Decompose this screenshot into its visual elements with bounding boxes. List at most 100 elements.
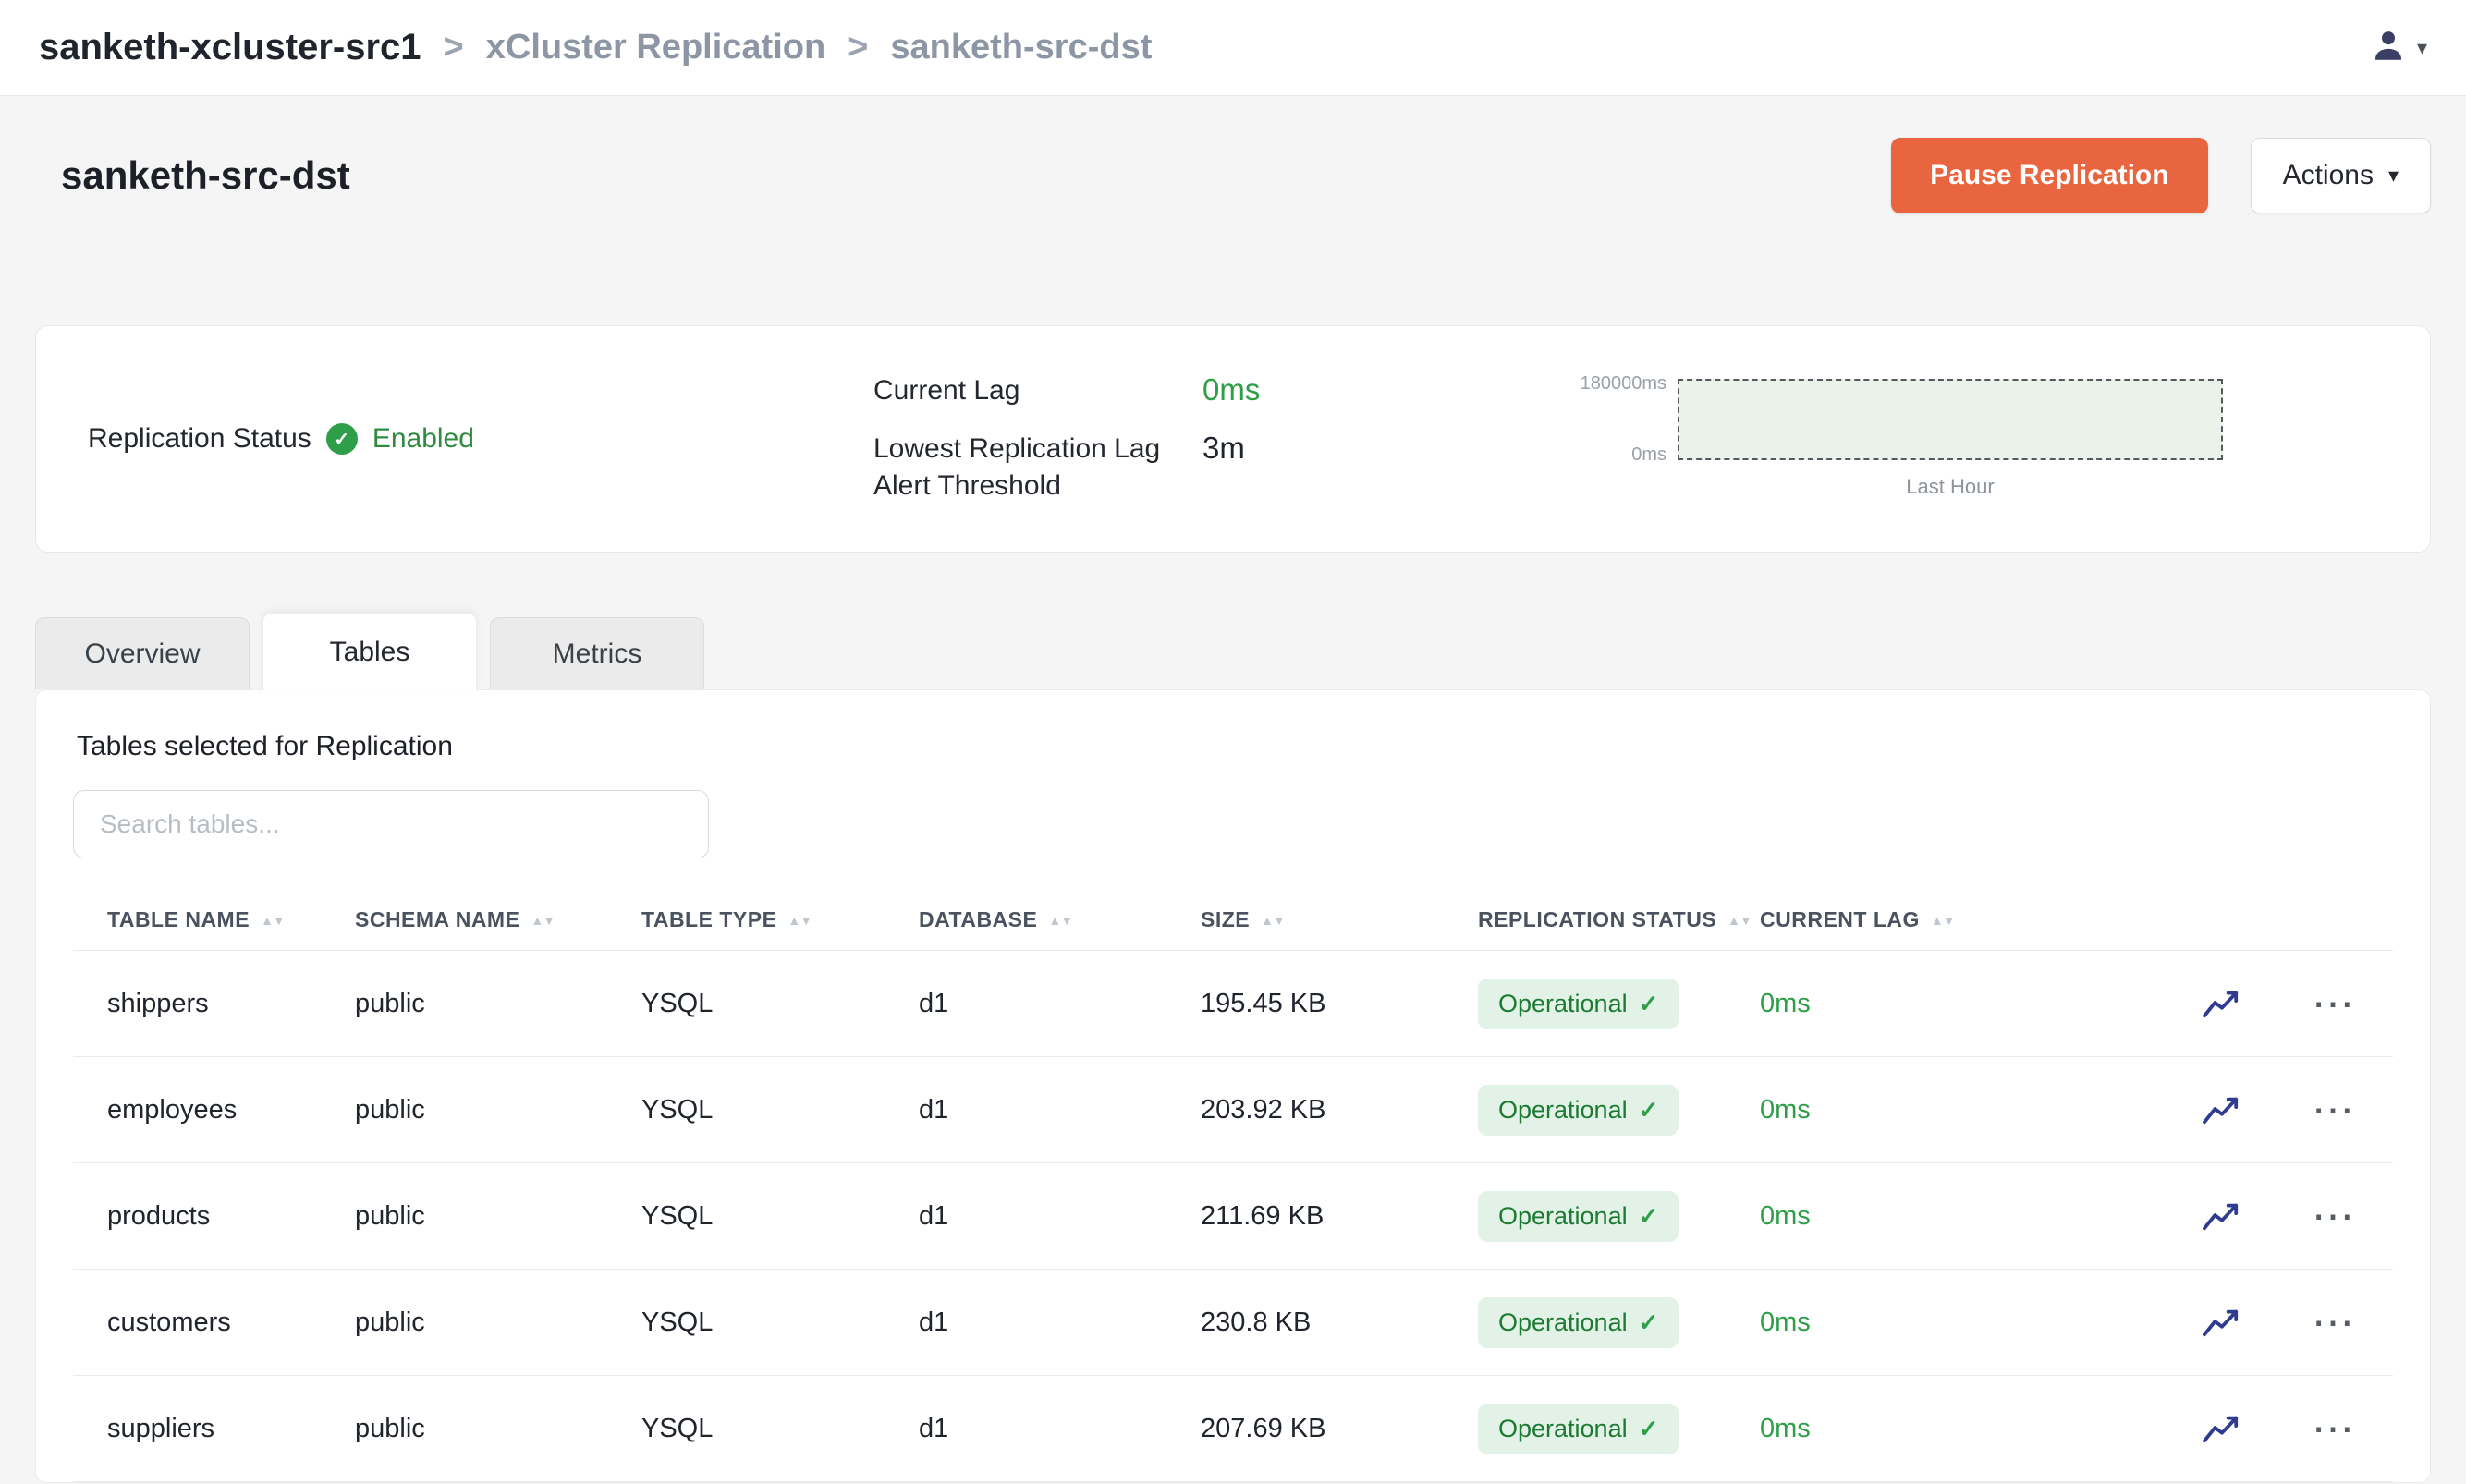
cell-database: d1 [919, 989, 1201, 1019]
cell-current-lag: 0ms [1760, 1308, 1991, 1338]
cell-table-name: customers [73, 1308, 355, 1338]
table-row: suppliers public YSQL d1 207.69 KB Opera… [73, 1376, 2393, 1482]
check-icon: ✓ [1639, 990, 1659, 1018]
column-header-size[interactable]: SIZE▲▼ [1201, 907, 1478, 932]
breadcrumb-current-page: sanketh-src-dst [890, 28, 1152, 67]
status-badge: Operational✓ [1478, 1297, 1679, 1348]
lag-graph-button[interactable] [2201, 1198, 2243, 1234]
page-title: sanketh-src-dst [61, 153, 350, 198]
replication-status-card: Replication Status ✓ Enabled Current Lag… [35, 325, 2431, 553]
cell-size: 211.69 KB [1201, 1201, 1478, 1232]
cell-table-name: shippers [73, 989, 355, 1019]
breadcrumb-universe[interactable]: sanketh-xcluster-src1 [39, 27, 421, 68]
cell-database: d1 [919, 1095, 1201, 1125]
cell-current-lag: 0ms [1760, 1095, 1991, 1125]
tables-panel: Tables selected for Replication TABLE NA… [35, 689, 2431, 1483]
cell-database: d1 [919, 1201, 1201, 1232]
cell-schema-name: public [355, 1201, 641, 1232]
cell-current-lag: 0ms [1760, 989, 1991, 1019]
cell-table-type: YSQL [641, 989, 919, 1019]
sort-icon: ▲▼ [1261, 913, 1285, 928]
chevron-down-icon: ▾ [2417, 36, 2427, 60]
column-header-replication-status[interactable]: REPLICATION STATUS▲▼ [1478, 907, 1760, 932]
table-row: products public YSQL d1 211.69 KB Operat… [73, 1163, 2393, 1270]
user-menu-button[interactable]: ▾ [2369, 26, 2427, 69]
sort-icon: ▲▼ [1931, 913, 1955, 928]
lag-chart-section: 180000ms 0ms Last Hour [1557, 379, 2378, 499]
table-row: employees public YSQL d1 203.92 KB Opera… [73, 1057, 2393, 1163]
cell-size: 195.45 KB [1201, 989, 1478, 1019]
cell-table-name: suppliers [73, 1414, 355, 1444]
check-icon: ✓ [1639, 1308, 1659, 1337]
lag-graph-button[interactable] [2201, 1305, 2243, 1340]
lag-threshold-label: Lowest Replication Lag Alert Threshold [873, 431, 1202, 505]
cell-size: 207.69 KB [1201, 1414, 1478, 1444]
status-badge: Operational✓ [1478, 1191, 1679, 1242]
cell-database: d1 [919, 1414, 1201, 1444]
replication-status-label: Replication Status [88, 420, 311, 458]
status-badge: Operational✓ [1478, 1404, 1679, 1454]
search-input[interactable] [73, 790, 709, 858]
lag-threshold-chart: 180000ms 0ms [1557, 379, 2223, 460]
table-header-row: TABLE NAME▲▼ SCHEMA NAME▲▼ TABLE TYPE▲▼ … [73, 890, 2393, 951]
panel-heading: Tables selected for Replication [73, 731, 2393, 762]
column-header-schema-name[interactable]: SCHEMA NAME▲▼ [355, 907, 641, 932]
chart-plot-area [1678, 379, 2223, 460]
lag-metrics-section: Current Lag 0ms Lowest Replication Lag A… [873, 372, 1557, 505]
sort-icon: ▲▼ [1727, 913, 1752, 928]
top-bar: sanketh-xcluster-src1 > xCluster Replica… [0, 0, 2466, 96]
breadcrumb-xcluster-replication[interactable]: xCluster Replication [486, 28, 825, 67]
cell-current-lag: 0ms [1760, 1414, 1991, 1444]
tab-overview[interactable]: Overview [35, 617, 250, 689]
cell-database: d1 [919, 1308, 1201, 1338]
sort-icon: ▲▼ [1048, 913, 1072, 928]
column-header-current-lag[interactable]: CURRENT LAG▲▼ [1760, 907, 1991, 932]
cell-table-type: YSQL [641, 1095, 919, 1125]
cell-schema-name: public [355, 1414, 641, 1444]
header-actions: Pause Replication Actions ▾ [1891, 138, 2431, 213]
actions-dropdown-button[interactable]: Actions ▾ [2251, 138, 2431, 213]
chevron-down-icon: ▾ [2388, 164, 2399, 188]
lag-graph-button[interactable] [2201, 1411, 2243, 1446]
tab-metrics[interactable]: Metrics [490, 617, 704, 689]
table-row: customers public YSQL d1 230.8 KB Operat… [73, 1270, 2393, 1376]
cell-size: 230.8 KB [1201, 1308, 1478, 1338]
cell-table-name: products [73, 1201, 355, 1232]
cell-table-name: employees [73, 1095, 355, 1125]
lag-graph-button[interactable] [2201, 986, 2243, 1021]
chevron-right-icon: > [848, 28, 868, 67]
chart-y-min-label: 0ms [1557, 444, 1666, 466]
cell-schema-name: public [355, 1095, 641, 1125]
column-header-database[interactable]: DATABASE▲▼ [919, 907, 1201, 932]
cell-schema-name: public [355, 1308, 641, 1338]
chart-y-max-label: 180000ms [1557, 373, 1666, 395]
cell-schema-name: public [355, 989, 641, 1019]
breadcrumb: sanketh-xcluster-src1 > xCluster Replica… [39, 27, 1152, 68]
check-icon: ✓ [1639, 1096, 1659, 1125]
chevron-right-icon: > [444, 28, 464, 67]
current-lag-value: 0ms [1202, 372, 1557, 407]
page-content: sanketh-src-dst Pause Replication Action… [0, 137, 2466, 1483]
status-badge: Operational✓ [1478, 1085, 1679, 1136]
column-header-table-name[interactable]: TABLE NAME▲▼ [73, 907, 355, 932]
page-header: sanketh-src-dst Pause Replication Action… [35, 137, 2431, 214]
tab-bar: Overview Tables Metrics [35, 612, 2431, 689]
pause-replication-button[interactable]: Pause Replication [1891, 138, 2207, 213]
column-header-table-type[interactable]: TABLE TYPE▲▼ [641, 907, 919, 932]
chart-x-axis-label: Last Hour [1678, 475, 2223, 499]
check-icon: ✓ [1639, 1202, 1659, 1231]
sort-icon: ▲▼ [531, 913, 555, 928]
table-row: shippers public YSQL d1 195.45 KB Operat… [73, 951, 2393, 1057]
replication-tables-table: TABLE NAME▲▼ SCHEMA NAME▲▼ TABLE TYPE▲▼ … [73, 890, 2393, 1482]
sort-icon: ▲▼ [261, 913, 285, 928]
lag-graph-button[interactable] [2201, 1092, 2243, 1127]
cell-table-type: YSQL [641, 1201, 919, 1232]
cell-size: 203.92 KB [1201, 1095, 1478, 1125]
user-icon [2369, 26, 2408, 69]
replication-status-value: Enabled [372, 423, 474, 455]
check-circle-icon: ✓ [326, 423, 358, 455]
cell-table-type: YSQL [641, 1308, 919, 1338]
tab-tables[interactable]: Tables [262, 613, 477, 690]
actions-label: Actions [2283, 160, 2374, 191]
check-icon: ✓ [1639, 1415, 1659, 1443]
